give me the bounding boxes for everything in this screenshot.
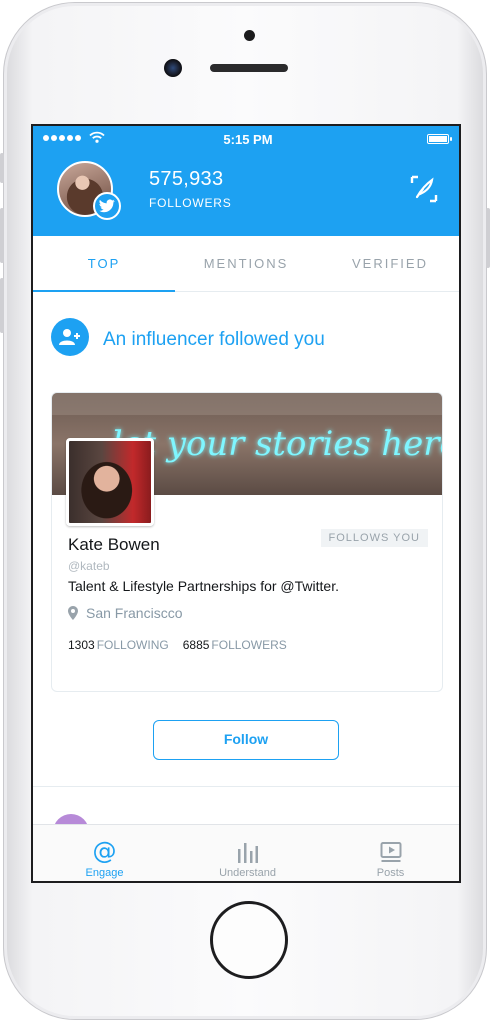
add-user-icon xyxy=(51,318,89,356)
location-text: San Franciscco xyxy=(86,605,183,621)
tab-top[interactable]: TOP xyxy=(33,236,175,292)
profile-stats: 1303 FOLLOWING 6885 FOLLOWERS xyxy=(68,638,287,652)
follows-you-badge: FOLLOWS YOU xyxy=(320,529,428,547)
tab-posts-label: Posts xyxy=(376,867,405,879)
mute-switch xyxy=(0,153,4,183)
battery-icon xyxy=(427,134,452,144)
following-label: FOLLOWING xyxy=(96,638,169,652)
profile-card[interactable]: let your stories here FOLLOWS YOU Kate B… xyxy=(51,392,443,692)
header: 5:15 PM 575,933 FOLLOWERS xyxy=(33,126,459,236)
card-followers-count: 6885 xyxy=(182,638,210,652)
profile-name[interactable]: Kate Bowen xyxy=(68,535,160,555)
divider xyxy=(33,786,459,787)
power-button xyxy=(486,208,490,268)
status-time: 5:15 PM xyxy=(223,132,273,147)
tab-posts[interactable]: Posts xyxy=(319,825,459,881)
volume-down-button xyxy=(0,278,4,333)
tab-engage[interactable]: @ Engage xyxy=(33,825,176,881)
earpiece-speaker xyxy=(210,64,288,72)
profile-location: San Franciscco xyxy=(68,605,182,621)
follow-button[interactable]: Follow xyxy=(153,720,339,760)
tab-understand-label: Understand xyxy=(219,867,276,879)
volume-up-button xyxy=(0,208,4,263)
play-post-icon xyxy=(319,825,459,863)
followers-label: FOLLOWERS xyxy=(149,196,232,210)
followers-count: 575,933 xyxy=(149,168,224,190)
following-stat[interactable]: 1303 FOLLOWING xyxy=(68,638,169,652)
proximity-sensor xyxy=(244,30,255,41)
compose-quill-icon[interactable] xyxy=(409,174,439,204)
front-camera xyxy=(164,59,182,77)
tab-verified[interactable]: VERIFIED xyxy=(317,236,459,292)
profile-handle: @kateb xyxy=(68,559,110,573)
home-button[interactable] xyxy=(210,901,288,979)
tab-engage-label: Engage xyxy=(85,867,124,879)
tab-mentions[interactable]: MENTIONS xyxy=(175,236,317,292)
bottom-tab-bar: @ Engage Understand Posts xyxy=(33,824,459,881)
tab-understand[interactable]: Understand xyxy=(176,825,319,881)
active-tab-indicator xyxy=(33,290,175,292)
followers-stat[interactable]: 6885 FOLLOWERS xyxy=(183,638,287,652)
location-pin-icon xyxy=(68,606,78,620)
app-screen: 5:15 PM 575,933 FOLLOWERS TOP MENTIONS V… xyxy=(31,124,461,883)
twitter-bird-icon xyxy=(93,192,121,220)
profile-bio: Talent & Lifestyle Partnerships for @Twi… xyxy=(68,578,339,594)
following-count: 1303 xyxy=(68,638,95,652)
profile-photo xyxy=(66,438,154,526)
bar-chart-icon xyxy=(176,825,319,863)
svg-text:let your stories here: let your stories here xyxy=(112,424,442,463)
tab-bar-top: TOP MENTIONS VERIFIED xyxy=(33,236,459,292)
card-followers-label: FOLLOWERS xyxy=(211,638,287,652)
notification-title: An influencer followed you xyxy=(103,329,325,350)
at-icon: @ xyxy=(92,837,117,865)
status-bar: 5:15 PM xyxy=(33,126,459,152)
